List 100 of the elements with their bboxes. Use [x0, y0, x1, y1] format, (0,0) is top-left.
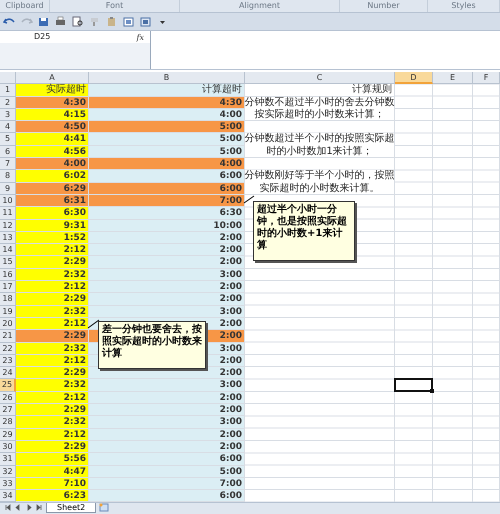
table-cell: 2:00: [89, 404, 245, 416]
row-header[interactable]: 22: [0, 342, 16, 355]
row-header[interactable]: 2: [0, 96, 16, 109]
row-header[interactable]: 23: [0, 354, 16, 368]
table-cell: 2:12: [16, 392, 89, 404]
row-header[interactable]: 7: [0, 158, 16, 170]
comment-note[interactable]: 超过半个小时一分钟，也是按照实际超时的小时数+1来计算: [253, 201, 355, 261]
table-cell: 4:30: [16, 96, 89, 109]
table-cell: 6:31: [16, 194, 89, 208]
row-header[interactable]: 26: [0, 392, 16, 404]
column-header[interactable]: B: [89, 72, 245, 84]
table-cell: 2:00: [89, 440, 245, 454]
table-cell: 2:12: [16, 281, 89, 294]
table-cell: 2:12: [16, 354, 89, 368]
sheet-tab[interactable]: Sheet2: [46, 503, 96, 514]
sheet-navigation-icon[interactable]: [4, 503, 44, 512]
row-header[interactable]: 9: [0, 182, 16, 195]
column-header[interactable]: E: [433, 72, 473, 84]
table-cell: 1:52: [16, 232, 89, 244]
table-cell: 4:56: [16, 146, 89, 158]
row-header[interactable]: 27: [0, 404, 16, 416]
column-header[interactable]: C: [245, 72, 395, 84]
table-cell: 2:29: [16, 256, 89, 269]
row-header[interactable]: 16: [0, 268, 16, 282]
preview-icon[interactable]: [71, 16, 84, 27]
row-header[interactable]: 17: [0, 281, 16, 294]
print-icon[interactable]: [54, 16, 67, 27]
row-header[interactable]: 13: [0, 232, 16, 244]
row-header[interactable]: 10: [0, 194, 16, 208]
table-cell: 2:00: [89, 232, 245, 244]
table-cell: 5:00: [89, 466, 245, 478]
row-header[interactable]: 25: [0, 379, 16, 392]
row-header[interactable]: 29: [0, 428, 16, 441]
cell-cursor[interactable]: [394, 378, 433, 392]
table-cell: 2:32: [16, 306, 89, 318]
table-cell: 4:30: [89, 96, 245, 109]
table-cell: 2:32: [16, 268, 89, 282]
table-cell: 5:56: [16, 453, 89, 466]
rule-text: 分钟数不超过半小时的舍去分钟数: [244, 96, 394, 108]
row-header[interactable]: 5: [0, 133, 16, 146]
row-header[interactable]: 8: [0, 170, 16, 183]
table-header-cell: 实际超时: [16, 84, 89, 97]
ribbon-group-label: Alignment: [180, 0, 340, 12]
save-icon[interactable]: [37, 16, 50, 27]
row-header[interactable]: 3: [0, 108, 16, 122]
leader-line: [244, 196, 254, 203]
window-icon[interactable]: [139, 16, 152, 27]
row-header[interactable]: 34: [0, 490, 16, 502]
comment-note[interactable]: 差一分钟也要舍去，按照实际超时的小时数来计算: [98, 321, 206, 369]
table-cell: 2:00: [89, 293, 245, 306]
row-header[interactable]: 1: [0, 84, 16, 97]
table-header-cell: 计算超时: [89, 84, 245, 97]
row-header[interactable]: 6: [0, 146, 16, 158]
table-cell: 2:12: [16, 244, 89, 256]
row-header[interactable]: 32: [0, 466, 16, 478]
table-cell: 2:29: [16, 293, 89, 306]
row-header[interactable]: 20: [0, 318, 16, 330]
ribbon-group-label: Number: [340, 0, 428, 12]
row-header[interactable]: 24: [0, 367, 16, 380]
row-header[interactable]: 12: [0, 220, 16, 232]
table-cell: 5:00: [89, 133, 245, 146]
table-cell: 6:30: [89, 207, 245, 220]
table-cell: 6:02: [16, 170, 89, 183]
row-header[interactable]: 15: [0, 256, 16, 269]
table-cell: 4:00: [16, 158, 89, 170]
row-header[interactable]: 30: [0, 440, 16, 454]
table-cell: 2:29: [16, 367, 89, 380]
column-header[interactable]: D: [395, 72, 433, 84]
table-cell: 7:10: [16, 478, 89, 490]
rule-text: 实际超时的小时数来计算。: [260, 182, 380, 195]
row-header[interactable]: 19: [0, 306, 16, 318]
form-icon[interactable]: [122, 16, 135, 27]
table-cell: 2:12: [16, 318, 89, 330]
table-cell: 4:15: [16, 108, 89, 122]
row-header[interactable]: 18: [0, 293, 16, 306]
table-cell: 4:00: [89, 158, 245, 170]
column-header[interactable]: A: [16, 72, 89, 84]
table-cell: 4:50: [16, 121, 89, 134]
column-header[interactable]: F: [473, 72, 500, 84]
row-header[interactable]: 4: [0, 121, 16, 134]
row-header[interactable]: 28: [0, 416, 16, 429]
table-cell: 7:00: [89, 478, 245, 490]
table-cell: 4:47: [16, 466, 89, 478]
new-sheet-icon[interactable]: [98, 503, 110, 512]
row-header[interactable]: 11: [0, 207, 16, 220]
table-cell: 2:29: [16, 330, 89, 343]
table-cell: 6:30: [16, 207, 89, 220]
row-header[interactable]: 14: [0, 244, 16, 256]
row-header[interactable]: 21: [0, 330, 16, 343]
function-button[interactable]: fx: [136, 32, 144, 42]
rule-text: 分钟数刚好等于半个小时的，按照: [244, 170, 394, 182]
table-cell: 4:41: [16, 133, 89, 146]
table-cell: 3:00: [89, 379, 245, 392]
clipboard-icon[interactable]: [105, 16, 118, 27]
table-cell: 3:00: [89, 416, 245, 429]
row-header[interactable]: 31: [0, 453, 16, 466]
row-header[interactable]: 33: [0, 478, 16, 490]
table-cell: 2:32: [16, 416, 89, 429]
table-cell: 2:12: [16, 428, 89, 441]
table-cell: 3:00: [89, 306, 245, 318]
